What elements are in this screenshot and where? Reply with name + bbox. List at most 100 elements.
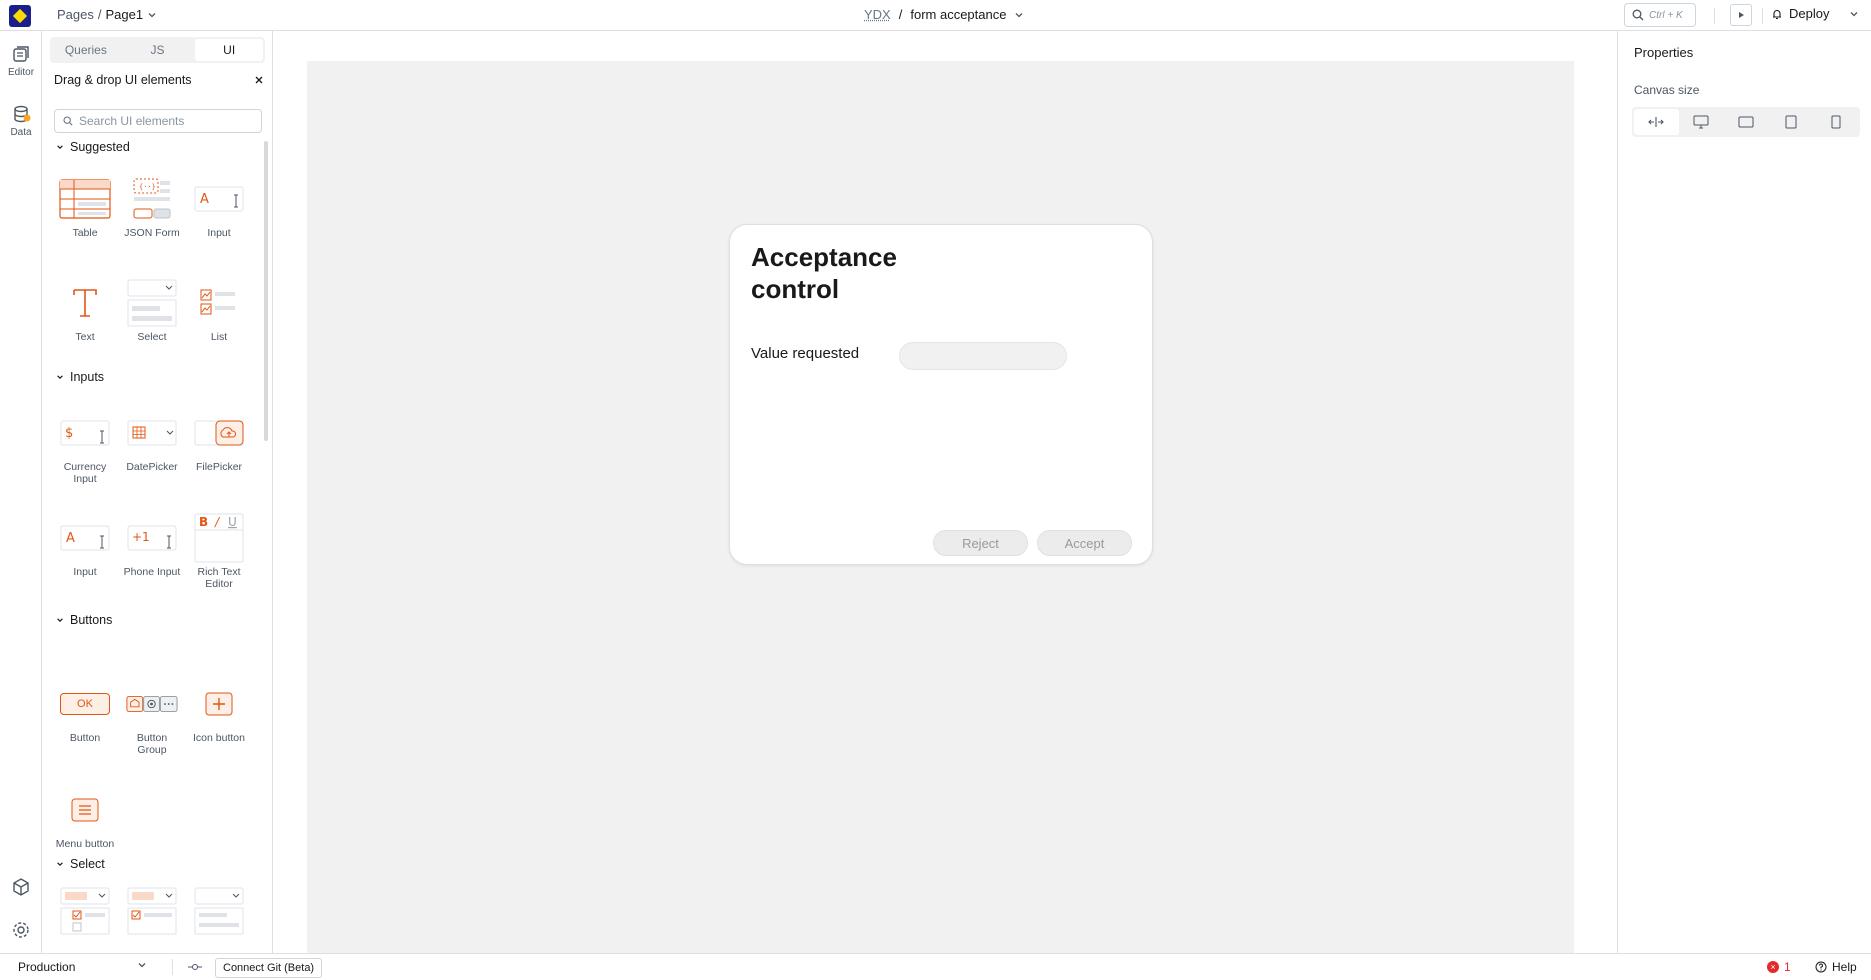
widget-button-group[interactable]: Button Group <box>122 682 182 756</box>
preview-button[interactable] <box>1730 4 1752 26</box>
canvas-size-tablet[interactable] <box>1768 109 1813 135</box>
chevron-down-icon[interactable] <box>147 10 157 20</box>
search-placeholder: Search UI elements <box>79 114 185 128</box>
widget-label: Currency Input <box>63 461 107 485</box>
tab-queries[interactable]: Queries <box>52 39 120 61</box>
properties-pane: Properties Canvas size <box>1617 31 1871 953</box>
widget-table[interactable]: Table <box>55 177 115 239</box>
close-icon[interactable] <box>254 75 264 85</box>
chevron-down-icon <box>57 618 63 623</box>
svg-text:A: A <box>200 192 209 207</box>
search-button[interactable]: Ctrl + K <box>1624 3 1696 27</box>
plus-icon <box>205 692 233 716</box>
chevron-down-icon[interactable] <box>1014 10 1024 20</box>
error-count: 1 <box>1784 960 1791 974</box>
app-title: YDX / form acceptance <box>864 7 1024 22</box>
section-label: Suggested <box>70 140 130 154</box>
svg-text:U: U <box>228 515 237 529</box>
error-indicator[interactable]: × 1 <box>1767 960 1791 974</box>
widget-input[interactable]: A Input <box>189 177 249 239</box>
canvas-size-desktop[interactable] <box>1679 109 1724 135</box>
editor-icon <box>13 46 29 62</box>
widget-json-form[interactable]: {··} JSON Form <box>122 177 182 239</box>
top-bar: Pages / Page1 YDX / form acceptance Ctrl… <box>0 0 1871 31</box>
fluid-width-icon <box>1648 117 1665 127</box>
breadcrumb-pages[interactable]: Pages <box>57 7 94 22</box>
rail-data-label: Data <box>10 127 32 138</box>
breadcrumb: Pages / Page1 <box>57 7 157 22</box>
widget-button[interactable]: OK Button <box>55 682 115 744</box>
section-label: Buttons <box>70 613 113 627</box>
section-buttons[interactable]: Buttons <box>56 613 112 627</box>
chevron-down-icon <box>57 375 63 380</box>
divider <box>1762 8 1763 24</box>
rail-packages[interactable] <box>0 876 42 900</box>
widget-list[interactable]: List <box>189 281 249 343</box>
widget-label: Icon button <box>193 732 245 744</box>
chevron-down-icon[interactable] <box>137 960 147 973</box>
bell-icon <box>1773 9 1781 19</box>
widget-menu-button[interactable]: Menu button <box>55 788 115 850</box>
widget-text[interactable]: Text <box>55 281 115 343</box>
canvas-size-label: Canvas size <box>1634 83 1700 97</box>
widget-search-input[interactable]: Search UI elements <box>54 109 262 133</box>
environment-select[interactable]: Production <box>18 960 75 974</box>
rail-settings[interactable] <box>0 919 42 943</box>
widget-label: Input <box>207 227 231 239</box>
canvas-size-tablet-landscape[interactable] <box>1724 109 1769 135</box>
pane-heading: Drag & drop UI elements <box>54 73 192 87</box>
widget-label: Button <box>69 732 101 744</box>
section-inputs[interactable]: Inputs <box>56 370 104 384</box>
chevron-down-icon <box>57 862 63 867</box>
widget-input-2[interactable]: A Input <box>55 516 115 578</box>
pane-header: Drag & drop UI elements <box>54 73 264 87</box>
table-icon <box>59 179 111 219</box>
accept-button[interactable]: Accept <box>1037 530 1132 556</box>
svg-text:B: B <box>199 515 208 529</box>
pane-scrollbar[interactable] <box>264 141 268 441</box>
field-label: Value requested <box>751 345 860 362</box>
breadcrumb-page[interactable]: Page1 <box>106 7 144 22</box>
value-requested-input[interactable] <box>899 342 1067 370</box>
connect-git-button[interactable]: Connect Git (Beta) <box>215 958 323 978</box>
chevron-down-icon[interactable] <box>1849 9 1859 19</box>
canvas-size-fluid[interactable] <box>1634 109 1679 135</box>
widget-multiselect-tree[interactable] <box>122 887 182 939</box>
section-label: Select <box>70 857 105 871</box>
tab-ui[interactable]: UI <box>195 39 264 61</box>
widget-rich-text-editor[interactable]: B / U Rich Text Editor <box>189 513 249 590</box>
rail-data[interactable]: Data <box>0 103 42 138</box>
widget-label: DatePicker <box>126 461 178 473</box>
widget-single-select-tree[interactable] <box>189 887 249 939</box>
section-suggested[interactable]: Suggested <box>56 140 130 154</box>
tab-js[interactable]: JS <box>124 39 192 61</box>
widget-multiselect[interactable] <box>55 887 115 939</box>
canvas-size-mobile[interactable] <box>1813 109 1858 135</box>
app-logo[interactable] <box>9 5 31 27</box>
input-icon: A <box>194 186 244 212</box>
button-icon: OK <box>60 693 110 715</box>
widget-datepicker[interactable]: DatePicker <box>122 411 182 473</box>
phone-input-icon: +1 <box>127 525 177 551</box>
app-name[interactable]: form acceptance <box>910 7 1006 22</box>
widget-currency-input[interactable]: $ Currency Input <box>55 411 115 485</box>
workspace-name[interactable]: YDX <box>864 7 891 22</box>
rail-editor[interactable]: Editor <box>0 43 42 78</box>
widget-label: Table <box>72 227 98 239</box>
widget-label: List <box>210 331 228 343</box>
widget-phone-input[interactable]: +1 Phone Input <box>122 516 182 578</box>
canvas-size-selector <box>1632 107 1860 137</box>
form-container[interactable]: Acceptance control Value requested Rejec… <box>729 224 1153 565</box>
tablet-landscape-icon <box>1738 116 1754 128</box>
svg-text:{··}: {··} <box>139 183 156 191</box>
error-icon: × <box>1767 961 1779 973</box>
section-select[interactable]: Select <box>56 857 105 871</box>
widget-label: Rich Text Editor <box>197 566 241 590</box>
deploy-button[interactable]: Deploy <box>1771 6 1859 21</box>
widget-icon-button[interactable]: Icon button <box>189 682 249 744</box>
help-button[interactable]: Help <box>1815 960 1857 974</box>
widget-filepicker[interactable]: FilePicker <box>189 411 249 473</box>
left-rail: Editor Data <box>0 31 42 953</box>
widget-select[interactable]: Select <box>122 279 182 343</box>
reject-button[interactable]: Reject <box>933 530 1028 556</box>
